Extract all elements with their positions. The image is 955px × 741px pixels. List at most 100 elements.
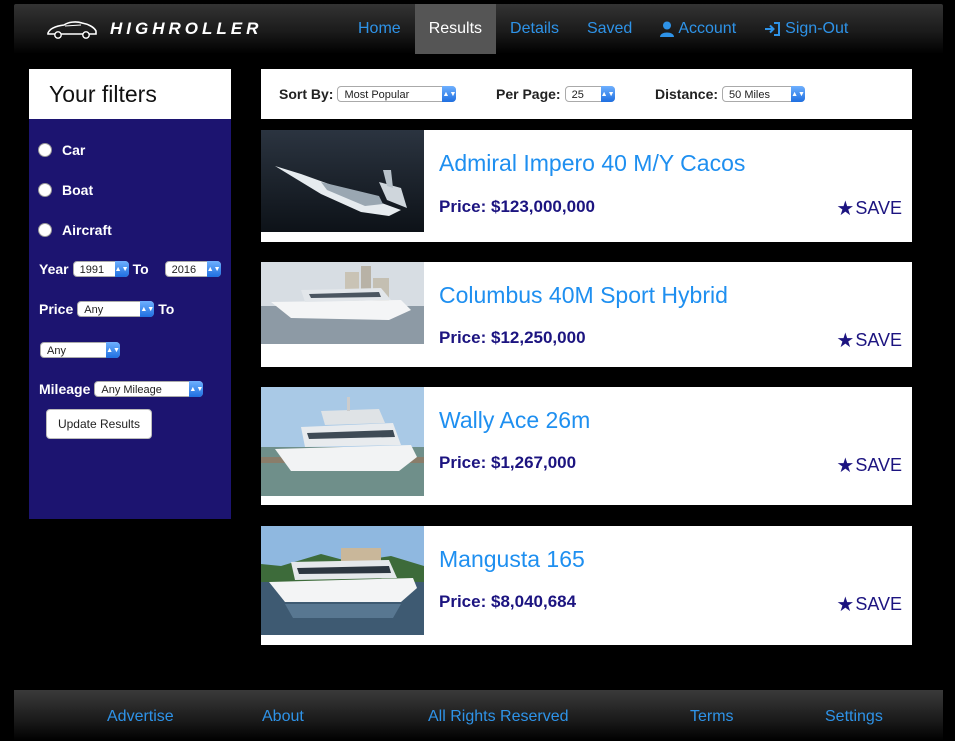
price-to-label: To	[158, 301, 175, 317]
nav-results-label: Results	[428, 20, 483, 37]
year-to-value: 2016	[171, 264, 197, 276]
user-icon	[660, 21, 675, 37]
price-value: $8,040,684	[490, 592, 577, 611]
save-button[interactable]: ★ SAVE	[836, 592, 902, 617]
listing-title[interactable]: Wally Ace 26m	[439, 407, 590, 434]
star-icon: ★	[836, 330, 855, 352]
listing-price: Price: $12,250,000	[439, 328, 586, 348]
nav-account[interactable]: Account	[646, 4, 750, 54]
footer-link-about[interactable]: About	[262, 708, 304, 726]
select-arrows-icon: ▲▼	[600, 86, 615, 102]
price-label: Price:	[439, 197, 487, 216]
distance-label: Distance:	[655, 86, 719, 102]
per-page-select[interactable]: 25 ▲▼	[564, 86, 615, 102]
result-card: Columbus 40M Sport Hybrid Price: $12,250…	[261, 262, 912, 367]
listing-title[interactable]: Admiral Impero 40 M/Y Cacos	[439, 150, 745, 177]
sort-by-label: Sort By:	[279, 86, 334, 102]
year-filter-row: Year 1991 ▲▼ To 2016 ▲▼	[39, 261, 221, 277]
star-icon: ★	[836, 198, 855, 220]
top-navbar: HIGHROLLER Home Results Details Saved Ac…	[14, 4, 943, 54]
save-label: SAVE	[855, 330, 902, 350]
result-card: Wally Ace 26m Price: $1,267,000 ★ SAVE	[261, 387, 912, 505]
listing-photo[interactable]	[261, 387, 424, 496]
brand-logo[interactable]: HIGHROLLER	[46, 15, 316, 43]
footer-link-settings[interactable]: Settings	[825, 708, 883, 726]
listing-price: Price: $1,267,000	[439, 453, 576, 473]
select-arrows-icon: ▲▼	[114, 261, 129, 277]
per-page-value: 25	[571, 89, 584, 101]
listing-title[interactable]: Columbus 40M Sport Hybrid	[439, 282, 728, 309]
filter-type-boat[interactable]: Boat	[38, 182, 93, 198]
year-to-select[interactable]: 2016 ▲▼	[164, 261, 221, 277]
price-label: Price	[39, 301, 74, 317]
select-arrows-icon: ▲▼	[189, 381, 204, 397]
listing-photo[interactable]	[261, 262, 424, 344]
result-card: Mangusta 165 Price: $8,040,684 ★ SAVE	[261, 526, 912, 645]
brand-name: HIGHROLLER	[110, 19, 263, 38]
mileage-select[interactable]: Any Mileage ▲▼	[94, 381, 204, 397]
listing-title[interactable]: Mangusta 165	[439, 546, 585, 573]
listing-price: Price: $8,040,684	[439, 592, 576, 612]
sort-bar: Sort By: Most Popular ▲▼ Per Page: 25 ▲▼…	[261, 69, 912, 119]
filter-type-car[interactable]: Car	[38, 142, 85, 158]
filters-title: Your filters	[29, 69, 231, 119]
footer: Advertise About All Rights Reserved Term…	[14, 690, 943, 741]
price-to-select[interactable]: Any ▲▼	[40, 342, 120, 358]
per-page-control: Per Page: 25 ▲▼	[496, 86, 615, 102]
footer-link-advertise[interactable]: Advertise	[107, 708, 174, 726]
nav-sign-out[interactable]: Sign-Out	[750, 4, 862, 54]
filter-type-aircraft-label: Aircraft	[62, 222, 112, 238]
save-button[interactable]: ★ SAVE	[836, 453, 902, 478]
nav-details-label: Details	[510, 20, 559, 37]
price-to-row: Any ▲▼	[40, 342, 120, 358]
nav-account-label: Account	[678, 20, 737, 37]
sort-by-select[interactable]: Most Popular ▲▼	[337, 86, 457, 102]
radio-button[interactable]	[38, 223, 52, 237]
nav-saved-label: Saved	[586, 20, 633, 37]
sign-out-icon	[764, 21, 781, 37]
listing-price: Price: $123,000,000	[439, 197, 595, 217]
listing-photo[interactable]	[261, 130, 424, 232]
price-label: Price:	[439, 592, 487, 611]
save-button[interactable]: ★ SAVE	[836, 328, 902, 353]
year-from-value: 1991	[79, 264, 105, 276]
price-to-value: Any	[47, 345, 66, 357]
star-icon: ★	[836, 594, 855, 616]
price-from-value: Any	[84, 304, 104, 316]
year-to-label: To	[132, 261, 149, 277]
distance-control: Distance: 50 Miles ▲▼	[655, 86, 806, 102]
nav-home[interactable]: Home	[344, 4, 415, 54]
price-from-select[interactable]: Any ▲▼	[77, 301, 155, 317]
price-value: $123,000,000	[490, 197, 595, 216]
mileage-value: Any Mileage	[101, 384, 162, 396]
footer-link-terms[interactable]: Terms	[690, 708, 734, 726]
per-page-label: Per Page:	[496, 86, 561, 102]
filters-panel: Your filters Car Boat Aircraft Year 1991…	[29, 69, 231, 519]
nav-results[interactable]: Results	[414, 4, 497, 54]
price-label: Price:	[439, 453, 487, 472]
price-filter-row: Price Any ▲▼ To	[39, 301, 174, 317]
mileage-label: Mileage	[39, 381, 91, 397]
save-label: SAVE	[855, 455, 902, 475]
nav-saved[interactable]: Saved	[573, 4, 646, 54]
filter-type-boat-label: Boat	[62, 182, 94, 198]
select-arrows-icon: ▲▼	[442, 86, 457, 102]
nav-sign-out-label: Sign-Out	[785, 20, 849, 37]
mileage-filter-row: Mileage Any Mileage ▲▼	[39, 381, 204, 397]
footer-link-rights[interactable]: All Rights Reserved	[428, 708, 569, 726]
year-from-select[interactable]: 1991 ▲▼	[72, 261, 129, 277]
radio-button[interactable]	[38, 143, 52, 157]
year-label: Year	[39, 261, 69, 277]
nav-details[interactable]: Details	[496, 4, 573, 54]
listing-photo[interactable]	[261, 526, 424, 635]
save-button[interactable]: ★ SAVE	[836, 196, 902, 221]
filter-type-aircraft[interactable]: Aircraft	[38, 222, 112, 238]
sort-by-control: Sort By: Most Popular ▲▼	[279, 86, 457, 102]
filter-type-car-label: Car	[62, 142, 86, 158]
distance-select[interactable]: 50 Miles ▲▼	[722, 86, 806, 102]
save-label: SAVE	[855, 198, 902, 218]
radio-button[interactable]	[38, 183, 52, 197]
sports-car-icon	[47, 21, 97, 39]
select-arrows-icon: ▲▼	[206, 261, 221, 277]
update-results-button[interactable]: Update Results	[46, 409, 152, 439]
